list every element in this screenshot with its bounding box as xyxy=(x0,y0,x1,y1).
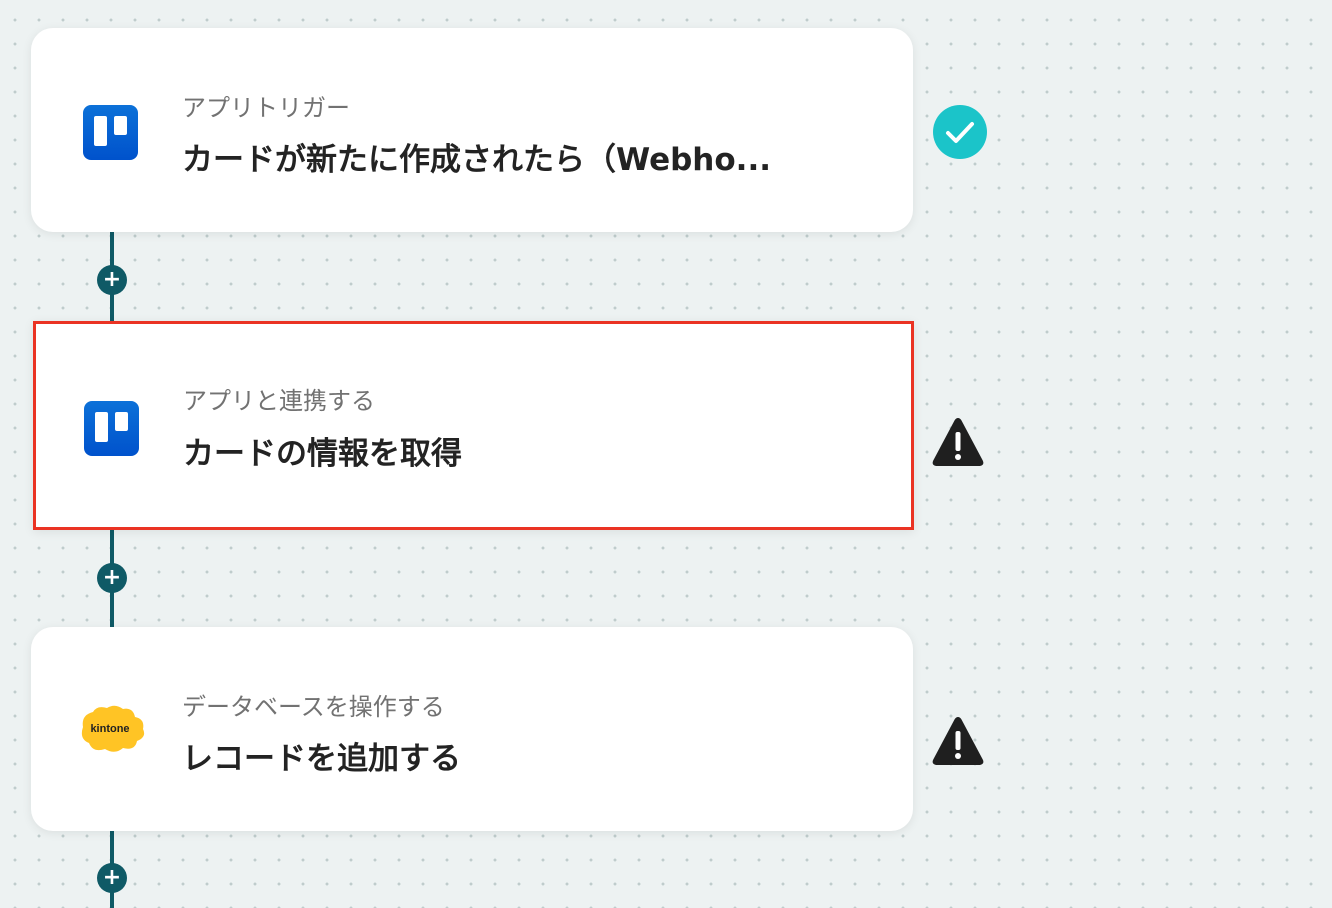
step-card-get-card-info[interactable]: アプリと連携する カードの情報を取得 xyxy=(33,321,914,530)
add-step-button[interactable]: + xyxy=(97,265,127,295)
check-icon xyxy=(933,105,987,159)
step-card-trigger[interactable]: アプリトリガー カードが新たに作成されたら（Webho... xyxy=(31,28,913,232)
kintone-icon: kintone xyxy=(81,705,145,752)
step-label: アプリトリガー xyxy=(182,94,350,122)
step-title: カードが新たに作成されたら（Webho... xyxy=(182,142,771,178)
step-label: アプリと連携する xyxy=(183,387,375,415)
step-label: データベースを操作する xyxy=(182,693,445,721)
plus-icon: + xyxy=(102,565,122,590)
plus-icon: + xyxy=(102,865,122,890)
warning-icon xyxy=(932,717,984,765)
step-title: レコードを追加する xyxy=(182,741,461,777)
step-title: カードの情報を取得 xyxy=(183,436,462,472)
kintone-logo-text: kintone xyxy=(90,723,129,735)
trello-icon xyxy=(83,105,138,160)
trello-icon xyxy=(84,401,139,456)
step-card-add-record[interactable]: kintone データベースを操作する レコードを追加する xyxy=(31,627,913,831)
warning-icon xyxy=(932,418,984,466)
add-step-button[interactable]: + xyxy=(97,563,127,593)
add-step-button[interactable]: + xyxy=(97,863,127,893)
plus-icon: + xyxy=(102,267,122,292)
